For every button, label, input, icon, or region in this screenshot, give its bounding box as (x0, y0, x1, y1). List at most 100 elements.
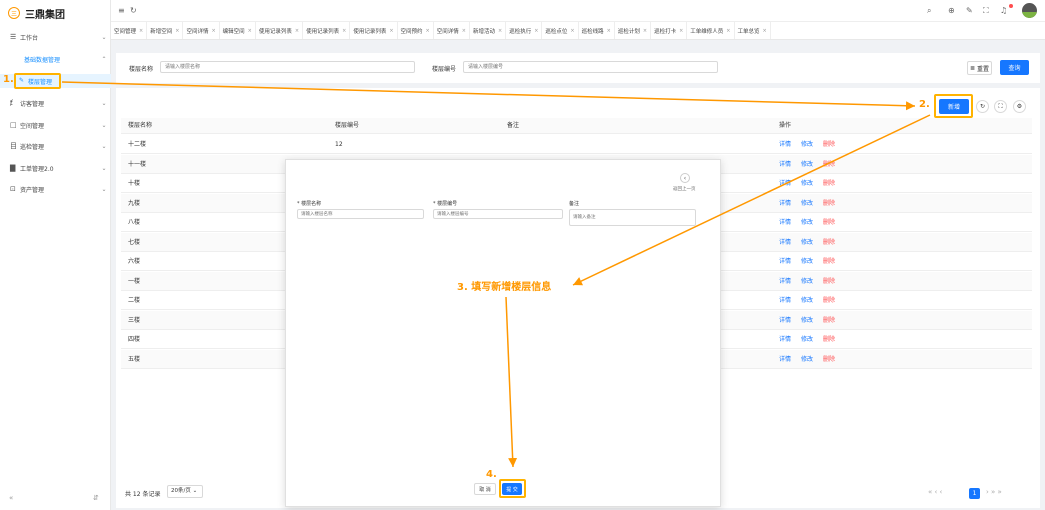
refresh-icon[interactable]: ↻ (130, 6, 137, 15)
tab-item[interactable]: 巡检打卡 × (651, 22, 688, 39)
tab-item[interactable]: 巡检执行 × (506, 22, 543, 39)
tab-item[interactable]: 新增活动 × (470, 22, 507, 39)
delete-link[interactable]: 删除 (823, 330, 835, 349)
detail-link[interactable]: 详情 (779, 330, 791, 349)
floor-no-input[interactable] (463, 61, 718, 73)
close-icon[interactable]: × (426, 28, 430, 34)
floor-name-input[interactable] (160, 61, 415, 73)
detail-link[interactable]: 详情 (779, 311, 791, 330)
expand-all-icon[interactable]: ⇵ (93, 494, 99, 502)
edit-link[interactable]: 修改 (801, 194, 813, 213)
edit-link[interactable]: 修改 (801, 311, 813, 330)
tab-item[interactable]: 巡检计划 × (615, 22, 652, 39)
sidebar-item-visitor[interactable]: ⱦ 访客管理 ⌄ (0, 96, 111, 110)
edit-link[interactable]: 修改 (801, 233, 813, 252)
detail-link[interactable]: 详情 (779, 233, 791, 252)
tab-item[interactable]: 工单总览 × (735, 22, 771, 39)
page-size-select[interactable]: 20条/页 ⌄ (167, 485, 203, 498)
page-1-button[interactable]: 1 (969, 488, 980, 499)
close-icon[interactable]: × (679, 28, 683, 34)
close-icon[interactable]: × (248, 28, 252, 34)
close-icon[interactable]: × (389, 28, 393, 34)
tab-item[interactable]: 使用记录列表 × (350, 22, 398, 39)
detail-link[interactable]: 详情 (779, 213, 791, 232)
edit-link[interactable]: 修改 (801, 291, 813, 310)
detail-link[interactable]: 详情 (779, 174, 791, 193)
delete-link[interactable]: 删除 (823, 233, 835, 252)
edit-link[interactable]: 修改 (801, 174, 813, 193)
edit-link[interactable]: 修改 (801, 330, 813, 349)
close-icon[interactable]: × (763, 28, 767, 34)
table-fullscreen-button[interactable]: ⛶ (994, 100, 1007, 113)
close-icon[interactable]: × (643, 28, 647, 34)
tab-item[interactable]: 工单维修人员 × (687, 22, 735, 39)
edit-link[interactable]: 修改 (801, 272, 813, 291)
tab-item[interactable]: 空间详情 × (183, 22, 220, 39)
edit-link[interactable]: 修改 (801, 155, 813, 174)
dialog-floor-no-input[interactable] (433, 209, 563, 219)
pager-prev-buttons[interactable]: « ‹ ‹ (928, 488, 942, 496)
detail-link[interactable]: 详情 (779, 350, 791, 369)
close-icon[interactable]: × (570, 28, 574, 34)
delete-link[interactable]: 删除 (823, 272, 835, 291)
tab-item[interactable]: 空间详情 × (434, 22, 470, 39)
close-icon[interactable]: × (139, 28, 143, 34)
query-button[interactable]: 查询 (1000, 60, 1029, 75)
sidebar-item-workorder[interactable]: ▇ 工单管理2.0 ⌄ (0, 161, 111, 175)
fullscreen-icon[interactable]: ⛶ (983, 6, 989, 16)
edit-link[interactable]: 修改 (801, 350, 813, 369)
tab-item[interactable]: 空间预约 × (398, 22, 434, 39)
close-icon[interactable]: × (726, 28, 730, 34)
edit-link[interactable]: 修改 (801, 252, 813, 271)
pager-next-buttons[interactable]: › » » (986, 488, 1002, 496)
tab-item[interactable]: 巡检点位 × (542, 22, 579, 39)
tab-item[interactable]: 使用记录列表 × (303, 22, 351, 39)
detail-link[interactable]: 详情 (779, 194, 791, 213)
delete-link[interactable]: 删除 (823, 155, 835, 174)
detail-link[interactable]: 详情 (779, 135, 791, 154)
avatar[interactable] (1022, 3, 1037, 18)
close-icon[interactable]: × (607, 28, 611, 34)
back-button[interactable]: ‹ (680, 173, 690, 183)
edit-link[interactable]: 修改 (801, 213, 813, 232)
collapse-sidebar-icon[interactable]: « (9, 494, 13, 502)
sidebar-item-asset[interactable]: ⊡ 资产管理 ⌄ (0, 182, 111, 196)
detail-link[interactable]: 详情 (779, 252, 791, 271)
github-icon[interactable]: ⊕ (948, 6, 955, 15)
delete-link[interactable]: 删除 (823, 194, 835, 213)
close-icon[interactable]: × (498, 28, 502, 34)
cancel-button[interactable]: 取 消 (474, 483, 496, 495)
delete-link[interactable]: 删除 (823, 135, 835, 154)
sidebar-item-inspection[interactable]: 目 巡检管理 ⌄ (0, 139, 111, 153)
dialog-floor-name-input[interactable] (297, 209, 424, 219)
delete-link[interactable]: 删除 (823, 213, 835, 232)
column-settings-button[interactable]: ⚙ (1013, 100, 1026, 113)
delete-link[interactable]: 删除 (823, 291, 835, 310)
search-icon[interactable]: ⌕ (927, 6, 931, 16)
delete-link[interactable]: 删除 (823, 174, 835, 193)
close-icon[interactable]: × (295, 28, 299, 34)
tab-item[interactable]: 编辑空间 × (220, 22, 256, 39)
detail-link[interactable]: 详情 (779, 272, 791, 291)
translate-icon[interactable]: ✎ (966, 6, 973, 15)
tab-item[interactable]: 空间管理 × (111, 22, 148, 39)
tab-item[interactable]: 使用记录列表 × (256, 22, 304, 39)
notification-icon[interactable]: ♫ (1000, 6, 1007, 15)
menu-toggle-icon[interactable]: ≡ (118, 6, 125, 15)
delete-link[interactable]: 删除 (823, 350, 835, 369)
table-refresh-button[interactable]: ↻ (976, 100, 989, 113)
sidebar-submenu-basic-data[interactable]: 基础数据管理 ⌃ (0, 53, 111, 65)
detail-link[interactable]: 详情 (779, 291, 791, 310)
close-icon[interactable]: × (534, 28, 538, 34)
close-icon[interactable]: × (342, 28, 346, 34)
sidebar-item-workbench[interactable]: ☰ 工作台 ⌄ (0, 30, 111, 44)
reset-button[interactable]: ≣ 重置 (967, 61, 992, 75)
close-icon[interactable]: × (175, 28, 179, 34)
delete-link[interactable]: 删除 (823, 252, 835, 271)
sidebar-item-space[interactable]: □ 空间管理 ⌄ (0, 118, 111, 132)
dialog-remark-input[interactable] (569, 209, 696, 226)
delete-link[interactable]: 删除 (823, 311, 835, 330)
tab-item[interactable]: 巡检线路 × (579, 22, 615, 39)
detail-link[interactable]: 详情 (779, 155, 791, 174)
close-icon[interactable]: × (211, 28, 215, 34)
